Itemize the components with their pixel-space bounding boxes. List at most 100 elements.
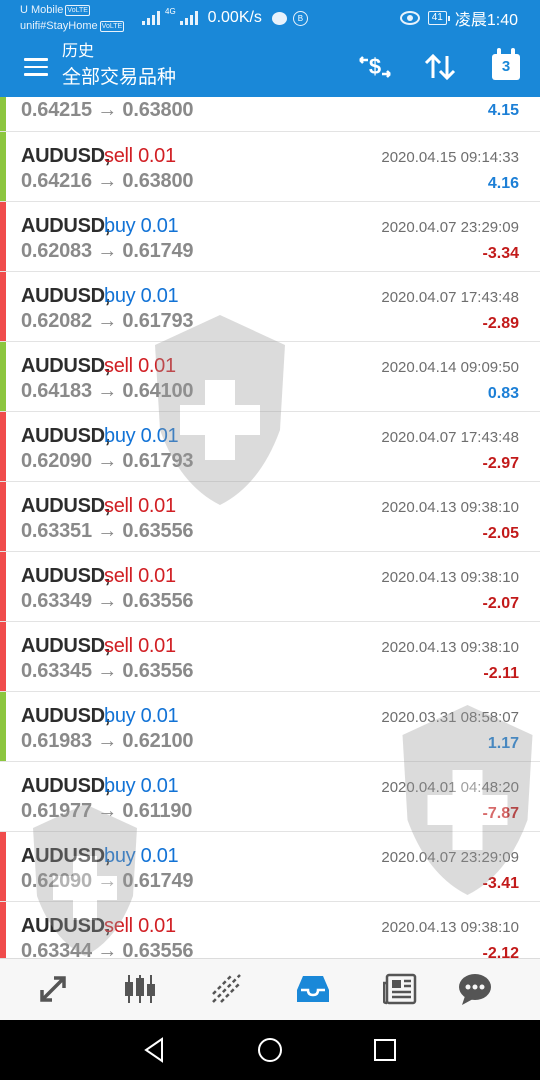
history-inbox-icon[interactable]	[293, 969, 333, 1009]
trade-prices: 0.64215 → 0.63800	[21, 99, 194, 121]
status-bar-right: 41 凌晨1:40	[399, 7, 518, 29]
trade-side: buy 0.01	[104, 845, 179, 867]
trade-profit: 1.17	[487, 735, 519, 752]
profit-indicator-bar	[0, 202, 6, 271]
trade-symbol: AUDUSD,	[21, 775, 111, 797]
trade-row[interactable]: AUDUSD, sell 0.01 0.64216 → 0.63800 2020.04…	[0, 132, 540, 202]
calendar-icon[interactable]: 3	[490, 48, 522, 82]
quotes-arrows-icon[interactable]	[33, 969, 73, 1009]
profit-indicator-bar	[0, 97, 6, 131]
carrier-volte-tag: VoLTE	[65, 5, 90, 16]
profit-indicator-bar	[0, 622, 6, 691]
trade-prices: 0.62090 → 0.61793	[21, 450, 194, 472]
trade-row[interactable]: 0.64215 → 0.63800 4.15	[0, 97, 540, 132]
network-volte-tag: VoLTE	[99, 21, 125, 32]
profit-indicator-bar	[0, 692, 6, 761]
trade-prices: 0.61983 → 0.62100	[21, 730, 194, 752]
trade-profit: -2.97	[482, 455, 519, 472]
trade-row[interactable]: AUDUSD, buy 0.01 0.62090 → 0.61749 2020.04.…	[0, 832, 540, 902]
trade-prices: 0.63351 → 0.63556	[21, 520, 194, 542]
trade-time: 2020.04.01 04:48:20	[381, 779, 519, 796]
status-bar-center: 4G 0.00K/s B	[142, 7, 308, 29]
chat-bubble-icon[interactable]	[455, 969, 495, 1009]
trade-time: 2020.04.07 17:43:48	[381, 429, 519, 446]
trade-time: 2020.04.13 09:38:10	[381, 919, 519, 936]
trade-prices: 0.64183 → 0.64100	[21, 380, 194, 402]
trade-row[interactable]: AUDUSD, sell 0.01 0.63345 → 0.63556 2020.04…	[0, 622, 540, 692]
bottom-navigation	[0, 958, 540, 1020]
profit-indicator-bar	[0, 832, 6, 901]
trade-prices: 0.62083 → 0.61749	[21, 240, 194, 262]
recents-square-icon[interactable]	[370, 1035, 400, 1065]
trade-prices: 0.61977 → 0.61190	[21, 800, 193, 822]
trade-profit: -2.05	[482, 525, 519, 542]
trade-time: 2020.04.15 09:14:33	[381, 149, 519, 166]
home-circle-icon[interactable]	[255, 1035, 285, 1065]
profit-indicator-bar	[0, 132, 6, 201]
trade-side: sell 0.01	[104, 635, 176, 657]
trade-profit: -7.87	[482, 805, 519, 822]
profit-indicator-bar	[0, 552, 6, 621]
news-icon[interactable]	[380, 969, 420, 1009]
trade-symbol: AUDUSD,	[21, 635, 111, 657]
trade-line-chart-icon[interactable]	[207, 969, 247, 1009]
message-notification-icon	[271, 11, 287, 25]
b-notification-icon: B	[292, 10, 308, 26]
trade-side: sell 0.01	[104, 355, 176, 377]
trade-profit: 4.15	[487, 102, 519, 119]
trade-row[interactable]: AUDUSD, sell 0.01 0.63349 → 0.63556 2020.04…	[0, 552, 540, 622]
battery-icon: 41	[427, 11, 450, 25]
network-speed: 0.00K/s	[207, 9, 262, 26]
trade-prices: 0.62082 → 0.61793	[21, 310, 194, 332]
trade-row[interactable]: AUDUSD, buy 0.01 0.61983 → 0.62100 2020.03.…	[0, 692, 540, 762]
trade-prices: 0.63349 → 0.63556	[21, 590, 194, 612]
trade-profit: -2.89	[482, 315, 519, 332]
trade-side: buy 0.01	[104, 285, 179, 307]
trade-time: 2020.04.07 23:29:09	[381, 849, 519, 866]
trade-history-list[interactable]: 0.64215 → 0.63800 4.15 AUDUSD, sell 0.01 0.6…	[0, 97, 540, 958]
trade-profit: -2.12	[482, 945, 519, 958]
trade-row[interactable]: AUDUSD, buy 0.01 0.61977 → 0.61190 2020.04.…	[0, 762, 540, 832]
trade-side: buy 0.01	[104, 425, 179, 447]
trade-row[interactable]: AUDUSD, sell 0.01 0.64183 → 0.64100 2020.04…	[0, 342, 540, 412]
profit-indicator-bar	[0, 272, 6, 341]
candlestick-chart-icon[interactable]	[120, 969, 160, 1009]
trade-time: 2020.03.31 08:58:07	[381, 709, 519, 726]
trade-row[interactable]: AUDUSD, buy 0.01 0.62090 → 0.61793 2020.04.…	[0, 412, 540, 482]
trade-symbol: AUDUSD,	[21, 915, 111, 937]
trade-profit: -3.41	[482, 875, 519, 892]
carrier-name: U Mobile	[20, 4, 64, 16]
trade-profit: 4.16	[487, 175, 519, 192]
trade-symbol: AUDUSD,	[21, 705, 111, 727]
page-title: 历史	[62, 43, 95, 60]
trade-side: sell 0.01	[104, 145, 176, 167]
signal-strength-icon	[142, 11, 160, 25]
trade-prices: 0.64216 → 0.63800	[21, 170, 194, 192]
sort-arrows-icon[interactable]	[422, 50, 458, 84]
symbol-filter-label[interactable]: 全部交易品种	[62, 66, 176, 90]
hamburger-menu-icon[interactable]	[24, 58, 48, 76]
trade-side: sell 0.01	[104, 565, 176, 587]
trade-symbol: AUDUSD,	[21, 285, 111, 307]
profit-indicator-bar	[0, 342, 6, 411]
trade-row[interactable]: AUDUSD, sell 0.01 0.63351 → 0.63556 2020.04…	[0, 482, 540, 552]
trade-time: 2020.04.14 09:09:50	[381, 359, 519, 376]
back-triangle-icon[interactable]	[140, 1035, 170, 1065]
profit-indicator-bar	[0, 762, 6, 831]
trade-row[interactable]: AUDUSD, sell 0.01 0.63344 → 0.63556 2020.04…	[0, 902, 540, 958]
trade-row[interactable]: AUDUSD, buy 0.01 0.62082 → 0.61793 2020.04.…	[0, 272, 540, 342]
system-navigation-bar	[0, 1020, 540, 1080]
calendar-day-label: 3	[492, 54, 520, 80]
svg-text:$: $	[369, 54, 381, 79]
trade-side: buy 0.01	[104, 215, 179, 237]
trade-symbol: AUDUSD,	[21, 215, 111, 237]
trade-prices: 0.63345 → 0.63556	[21, 660, 194, 682]
trade-prices: 0.62090 → 0.61749	[21, 870, 194, 892]
trade-row[interactable]: AUDUSD, buy 0.01 0.62083 → 0.61749 2020.04.…	[0, 202, 540, 272]
currency-exchange-icon[interactable]: $	[356, 50, 394, 84]
signal-strength-2-icon	[179, 11, 198, 25]
trade-profit: 0.83	[487, 385, 519, 402]
profit-indicator-bar	[0, 412, 6, 481]
trade-symbol: AUDUSD,	[21, 425, 111, 447]
eye-comfort-icon	[399, 11, 420, 25]
